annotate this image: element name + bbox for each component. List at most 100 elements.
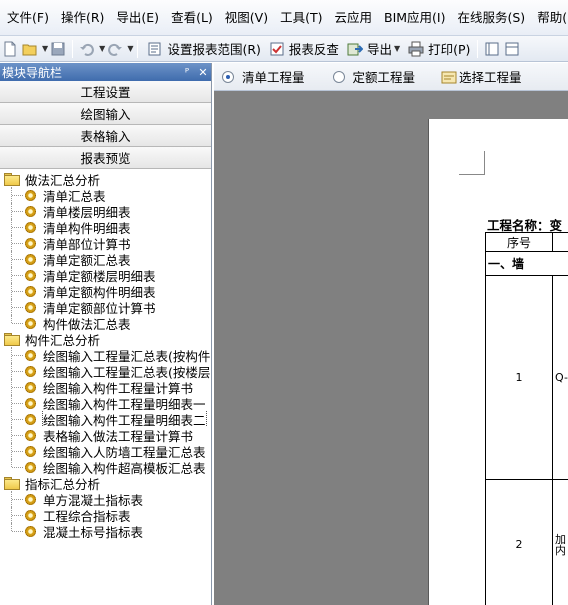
- report-icon: [25, 349, 36, 361]
- page-layout-icon[interactable]: [504, 41, 520, 57]
- tree-item[interactable]: 清单定额汇总表: [0, 251, 211, 267]
- tree-item-label: 绘图输入构件工程量计算书: [43, 380, 194, 396]
- tree-item[interactable]: 绘图输入构件工程量计算书: [0, 379, 211, 395]
- tree-folder-method-summary[interactable]: 做法汇总分析: [0, 171, 211, 188]
- tree-item-label: 清单定额汇总表: [43, 252, 131, 268]
- menu-export[interactable]: 导出(E): [109, 0, 164, 35]
- report-icon: [25, 189, 36, 201]
- menu-online[interactable]: 在线服务(S): [451, 0, 531, 35]
- table-row: 1: [485, 276, 553, 480]
- tree-item[interactable]: 表格输入做法工程量计算书: [0, 427, 211, 443]
- tree-folder-index-summary[interactable]: 指标汇总分析: [0, 475, 211, 492]
- tree-item-label: 绘图输入构件工程量明细表二: [42, 411, 207, 427]
- radio-unchecked-icon: [332, 70, 345, 83]
- report-icon: [25, 525, 36, 537]
- panel-title: 模块导航栏: [2, 65, 63, 80]
- tree-folder-label: 指标汇总分析: [25, 476, 101, 492]
- menu-bim[interactable]: BIM应用(I): [377, 0, 451, 35]
- select-quantity-button[interactable]: 选择工程量: [439, 67, 522, 86]
- nav-drawing-input[interactable]: 绘图输入: [0, 103, 211, 125]
- tree-folder-label: 做法汇总分析: [25, 172, 101, 188]
- report-icon: [25, 365, 36, 377]
- menu-operation[interactable]: 操作(R): [54, 0, 109, 35]
- menu-viewport[interactable]: 视图(V): [218, 0, 273, 35]
- tree-item[interactable]: 清单部位计算书: [0, 235, 211, 251]
- quantity-type-bar: 清单工程量 定额工程量 选择工程量: [214, 63, 568, 91]
- report-icon: [25, 381, 36, 393]
- tree-item[interactable]: 绘图输入构件工程量明细表一: [0, 395, 211, 411]
- table-row-content: 加 内: [552, 480, 568, 605]
- print-button[interactable]: 打印(P): [403, 39, 473, 58]
- tree-item[interactable]: 构件做法汇总表: [0, 315, 211, 331]
- tree-item[interactable]: 绘图输入工程量汇总表(按构件: [0, 347, 211, 363]
- report-check-button[interactable]: 报表反查: [264, 39, 342, 58]
- tree-item[interactable]: 清单构件明细表: [0, 219, 211, 235]
- tree-item-selected[interactable]: 绘图输入构件工程量明细表二: [0, 411, 211, 427]
- chevron-down-icon[interactable]: ▼: [99, 44, 105, 53]
- redo-icon[interactable]: [107, 41, 123, 57]
- tree-item-label: 构件做法汇总表: [43, 316, 131, 332]
- tree-item-label: 清单定额构件明细表: [43, 284, 156, 300]
- nav-project-settings[interactable]: 工程设置: [0, 81, 211, 103]
- tree-item[interactable]: 绘图输入工程量汇总表(按楼层: [0, 363, 211, 379]
- nav-table-input[interactable]: 表格输入: [0, 125, 211, 147]
- tree-item[interactable]: 绘图输入人防墙工程量汇总表: [0, 443, 211, 459]
- tree-item-label: 单方混凝土指标表: [43, 492, 144, 508]
- chevron-down-icon[interactable]: ▼: [127, 44, 133, 53]
- undo-icon[interactable]: [79, 41, 95, 57]
- pin-icon[interactable]: ᴾ: [179, 66, 195, 79]
- tree-item[interactable]: 清单定额构件明细表: [0, 283, 211, 299]
- export-label: 导出: [366, 42, 392, 57]
- menu-view[interactable]: 查看(L): [164, 0, 218, 35]
- toolbar: ▼ ▼ ▼ 设置报表范围(R) 报表反查 导出 ▼ 打印(P): [0, 36, 568, 62]
- folder-icon: [4, 477, 20, 490]
- set-report-range-button[interactable]: 设置报表范围(R): [142, 39, 263, 58]
- report-icon: [25, 413, 36, 425]
- export-button[interactable]: 导出 ▼: [342, 39, 403, 58]
- menu-cloud[interactable]: 云应用: [327, 0, 377, 35]
- table-row-content: Q-: [552, 276, 568, 480]
- report-tree: 做法汇总分析 清单汇总表 清单楼层明细表 清单构件明细表 清单部位计算书 清单定…: [0, 169, 211, 539]
- menu-help[interactable]: 帮助(H): [530, 0, 568, 35]
- report-range-icon: [147, 41, 163, 57]
- save-icon[interactable]: [50, 41, 66, 57]
- radio-bill-quantity[interactable]: 清单工程量: [222, 67, 305, 86]
- tree-item[interactable]: 清单汇总表: [0, 187, 211, 203]
- tree-item[interactable]: 清单定额部位计算书: [0, 299, 211, 315]
- tree-item[interactable]: 混凝土标号指标表: [0, 523, 211, 539]
- menu-file[interactable]: 文件(F): [0, 0, 54, 35]
- tree-folder-component-summary[interactable]: 构件汇总分析: [0, 331, 211, 348]
- report-icon: [25, 397, 36, 409]
- open-folder-icon[interactable]: [22, 41, 38, 57]
- folder-icon: [4, 333, 20, 346]
- row-number: 2: [515, 538, 523, 551]
- report-icon: [25, 301, 36, 313]
- tree-item-label: 表格输入做法工程量计算书: [43, 428, 194, 444]
- menu-bar: 文件(F) 操作(R) 导出(E) 查看(L) 视图(V) 工具(T) 云应用 …: [0, 0, 568, 36]
- tree-item-label: 清单定额部位计算书: [43, 300, 156, 316]
- close-icon[interactable]: ✕: [195, 66, 211, 79]
- tree-item[interactable]: 工程综合指标表: [0, 507, 211, 523]
- tree-item-label: 清单楼层明细表: [43, 204, 131, 220]
- report-icon: [25, 285, 36, 297]
- tree-item[interactable]: 清单楼层明细表: [0, 203, 211, 219]
- tree-item[interactable]: 单方混凝土指标表: [0, 491, 211, 507]
- tree-item[interactable]: 清单定额楼层明细表: [0, 267, 211, 283]
- panel-title-bar: 模块导航栏 ᴾ ✕: [0, 63, 211, 81]
- report-icon: [25, 269, 36, 281]
- tree-item-label: 混凝土标号指标表: [43, 524, 144, 540]
- tree-item[interactable]: 绘图输入构件超高模板汇总表: [0, 459, 211, 475]
- radio-quota-label: 定额工程量: [352, 70, 416, 85]
- tree-item-label: 清单部位计算书: [43, 236, 131, 252]
- row-number: 1: [515, 371, 523, 384]
- report-check-label: 报表反查: [288, 42, 339, 57]
- tree-item-label: 清单汇总表: [43, 188, 106, 204]
- nav-report-preview[interactable]: 报表预览: [0, 147, 211, 169]
- report-icon: [25, 461, 36, 473]
- menu-tools[interactable]: 工具(T): [273, 0, 327, 35]
- chevron-down-icon[interactable]: ▼: [42, 44, 48, 53]
- radio-quota-quantity[interactable]: 定额工程量: [332, 67, 416, 86]
- new-file-icon[interactable]: [2, 41, 18, 57]
- report-page: 工程名称：变 序号 一、墙 1 Q- 2 加 内: [428, 119, 568, 605]
- page-view-icon[interactable]: [484, 41, 500, 57]
